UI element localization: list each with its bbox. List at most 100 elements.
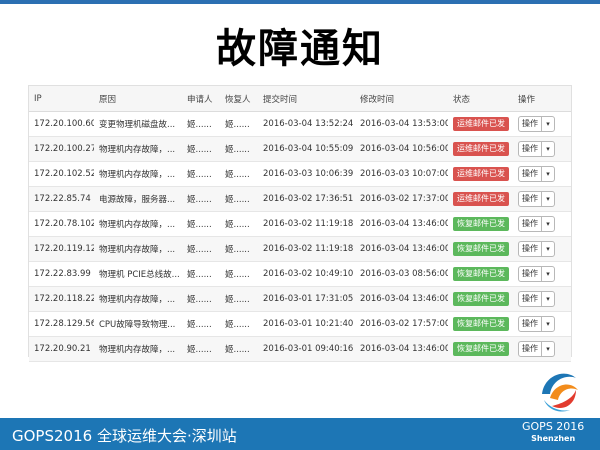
actions-dropdown-button[interactable]: 操作 ▾ <box>518 216 555 232</box>
caret-down-icon[interactable]: ▾ <box>541 117 554 131</box>
cell-restorer: 姬...... <box>220 261 258 287</box>
cell-modify-time: 2016-03-04 13:46:00 <box>355 211 448 237</box>
cell-modify-time: 2016-03-02 17:57:00 <box>355 311 448 337</box>
page-title: 故障通知 <box>216 26 384 72</box>
table-row[interactable]: 172.22.83.99 物理机 PCIE总线故... 姬...... 姬......… <box>29 261 571 287</box>
footer-bar: GOPS2016 全球运维大会·深圳站 GOPS 2016 Shenzhen <box>0 418 600 450</box>
column-header-reason[interactable]: 原因 <box>94 86 182 112</box>
actions-dropdown-button[interactable]: 操作 ▾ <box>518 316 555 332</box>
cell-ip: 172.22.83.99 <box>29 261 94 287</box>
cell-ip: 172.20.90.21 <box>29 336 94 362</box>
actions-dropdown-button[interactable]: 操作 ▾ <box>518 341 555 357</box>
cell-reason: 电源故障，服务器... <box>94 186 182 212</box>
status-badge: 运维邮件已发 <box>453 142 509 156</box>
column-header-submit-time[interactable]: 提交时间 <box>258 86 355 112</box>
table-row[interactable]: 172.20.102.52 物理机内存故障，... 姬...... 姬...... 20… <box>29 161 571 187</box>
actions-dropdown-button[interactable]: 操作 ▾ <box>518 241 555 257</box>
footer-logo-sub: Shenzhen <box>531 434 576 443</box>
table-row[interactable]: 172.28.129.56 CPU故障导致物理... 姬...... 姬...... 2… <box>29 311 571 337</box>
cell-applicant: 姬...... <box>182 336 220 362</box>
table-row[interactable]: 172.22.85.74 电源故障，服务器... 姬...... 姬...... 201… <box>29 186 571 212</box>
actions-dropdown-button[interactable]: 操作 ▾ <box>518 266 555 282</box>
cell-ip: 172.28.129.56 <box>29 311 94 337</box>
actions-dropdown-button[interactable]: 操作 ▾ <box>518 166 555 182</box>
table-row[interactable]: 172.20.100.27 物理机内存故障，... 姬...... 姬...... 20… <box>29 136 571 162</box>
cell-restorer: 姬...... <box>220 336 258 362</box>
cell-ip: 172.20.78.102 <box>29 211 94 237</box>
cell-modify-time: 2016-03-02 17:37:00 <box>355 186 448 212</box>
actions-button-label: 操作 <box>522 269 538 278</box>
cell-reason: 物理机内存故障，... <box>94 211 182 237</box>
cell-modify-time: 2016-03-03 10:07:00 <box>355 161 448 187</box>
cell-reason: 物理机内存故障，... <box>94 136 182 162</box>
cell-actions: 操作 ▾ <box>513 186 571 212</box>
status-badge: 恢复邮件已发 <box>453 242 509 256</box>
cell-status: 恢复邮件已发 <box>448 311 513 337</box>
column-header-status[interactable]: 状态 <box>448 86 513 112</box>
fault-table: IP 原因 申请人 恢复人 提交时间 修改时间 状态 操作 172.20.100… <box>29 86 571 362</box>
caret-down-icon[interactable]: ▾ <box>541 192 554 206</box>
cell-restorer: 姬...... <box>220 136 258 162</box>
actions-button-label: 操作 <box>522 319 538 328</box>
cell-actions: 操作 ▾ <box>513 136 571 162</box>
actions-button-label: 操作 <box>522 119 538 128</box>
caret-down-icon[interactable]: ▾ <box>541 242 554 256</box>
cell-submit-time: 2016-03-02 10:49:10 <box>258 261 355 287</box>
column-header-applicant[interactable]: 申请人 <box>182 86 220 112</box>
actions-button-label: 操作 <box>522 169 538 178</box>
cell-status: 恢复邮件已发 <box>448 211 513 237</box>
actions-button-label: 操作 <box>522 244 538 253</box>
table-row[interactable]: 172.20.78.102 物理机内存故障，... 姬...... 姬...... 20… <box>29 211 571 237</box>
caret-down-icon[interactable]: ▾ <box>541 292 554 306</box>
cell-reason: 变更物理机磁盘故... <box>94 111 182 137</box>
column-header-modify-time[interactable]: 修改时间 <box>355 86 448 112</box>
table-row[interactable]: 172.20.119.12 物理机内存故障，... 姬...... 姬...... 20… <box>29 236 571 262</box>
cell-ip: 172.20.100.60 <box>29 111 94 137</box>
caret-down-icon[interactable]: ▾ <box>541 267 554 281</box>
cell-ip: 172.20.102.52 <box>29 161 94 187</box>
actions-button-label: 操作 <box>522 219 538 228</box>
cell-submit-time: 2016-03-02 11:19:18 <box>258 236 355 262</box>
status-badge: 恢复邮件已发 <box>453 292 509 306</box>
caret-down-icon[interactable]: ▾ <box>541 217 554 231</box>
cell-restorer: 姬...... <box>220 186 258 212</box>
actions-button-label: 操作 <box>522 294 538 303</box>
caret-down-icon[interactable]: ▾ <box>541 167 554 181</box>
cell-status: 运维邮件已发 <box>448 161 513 187</box>
cell-submit-time: 2016-03-04 10:55:09 <box>258 136 355 162</box>
cell-restorer: 姬...... <box>220 286 258 312</box>
status-badge: 恢复邮件已发 <box>453 342 509 356</box>
caret-down-icon[interactable]: ▾ <box>541 342 554 356</box>
actions-dropdown-button[interactable]: 操作 ▾ <box>518 291 555 307</box>
column-header-restorer[interactable]: 恢复人 <box>220 86 258 112</box>
cell-submit-time: 2016-03-02 17:36:51 <box>258 186 355 212</box>
status-badge: 恢复邮件已发 <box>453 317 509 331</box>
cell-modify-time: 2016-03-04 10:56:00 <box>355 136 448 162</box>
cell-modify-time: 2016-03-04 13:46:00 <box>355 336 448 362</box>
actions-button-label: 操作 <box>522 194 538 203</box>
cell-actions: 操作 ▾ <box>513 261 571 287</box>
actions-dropdown-button[interactable]: 操作 ▾ <box>518 141 555 157</box>
cell-restorer: 姬...... <box>220 211 258 237</box>
actions-dropdown-button[interactable]: 操作 ▾ <box>518 191 555 207</box>
cell-submit-time: 2016-03-02 11:19:18 <box>258 211 355 237</box>
table-row[interactable]: 172.20.100.60 变更物理机磁盘故... 姬...... 姬...... 20… <box>29 111 571 137</box>
footer-logo-main: GOPS 2016 <box>522 420 585 433</box>
table-row[interactable]: 172.20.90.21 物理机内存故障，... 姬...... 姬...... 201… <box>29 336 571 362</box>
cell-reason: 物理机内存故障，... <box>94 236 182 262</box>
cell-ip: 172.22.85.74 <box>29 186 94 212</box>
cell-restorer: 姬...... <box>220 236 258 262</box>
cell-modify-time: 2016-03-04 13:46:00 <box>355 236 448 262</box>
column-header-ip[interactable]: IP <box>29 86 94 112</box>
table-row[interactable]: 172.20.118.22 物理机内存故障，... 姬...... 姬...... 20… <box>29 286 571 312</box>
caret-down-icon[interactable]: ▾ <box>541 317 554 331</box>
cell-reason: 物理机内存故障，... <box>94 161 182 187</box>
cell-restorer: 姬...... <box>220 161 258 187</box>
caret-down-icon[interactable]: ▾ <box>541 142 554 156</box>
cell-restorer: 姬...... <box>220 111 258 137</box>
cell-applicant: 姬...... <box>182 261 220 287</box>
cell-modify-time: 2016-03-03 08:56:00 <box>355 261 448 287</box>
footer-logo-text: GOPS 2016 Shenzhen <box>522 421 584 445</box>
status-badge: 恢复邮件已发 <box>453 267 509 281</box>
actions-dropdown-button[interactable]: 操作 ▾ <box>518 116 555 132</box>
